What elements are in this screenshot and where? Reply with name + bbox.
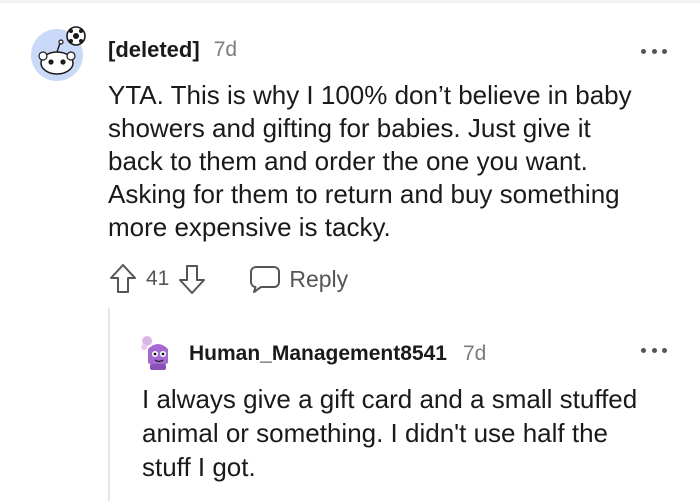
reply-age: 7d [462,342,487,365]
reply-author[interactable]: Human_Management8541 [189,342,447,366]
comment-body: YTA. This is why I 100% don’t believe in… [108,80,632,242]
user-avatar-icon[interactable] [138,333,178,373]
comment-bubble-icon [250,266,281,293]
upvote-icon[interactable] [108,262,138,296]
reply-button[interactable]: Reply [249,264,348,294]
downvote-icon[interactable] [177,262,207,296]
more-options-icon[interactable] [641,345,667,355]
reply-header: Human_Management8541 7d [189,340,486,368]
top-divider [0,0,700,3]
more-options-icon[interactable] [641,46,667,56]
reply-label: Reply [289,265,349,292]
snoo-avatar-icon[interactable] [29,25,87,83]
comment-actions: 41 Reply [108,262,348,296]
thread-line[interactable] [108,308,110,501]
vote-count: 41 [146,267,170,290]
comment-age: 7d [213,38,238,61]
comment-header: [deleted] 7d [108,36,237,64]
comment-author[interactable]: [deleted] [108,37,200,63]
reply-body: I always give a gift card and a small st… [142,384,638,482]
